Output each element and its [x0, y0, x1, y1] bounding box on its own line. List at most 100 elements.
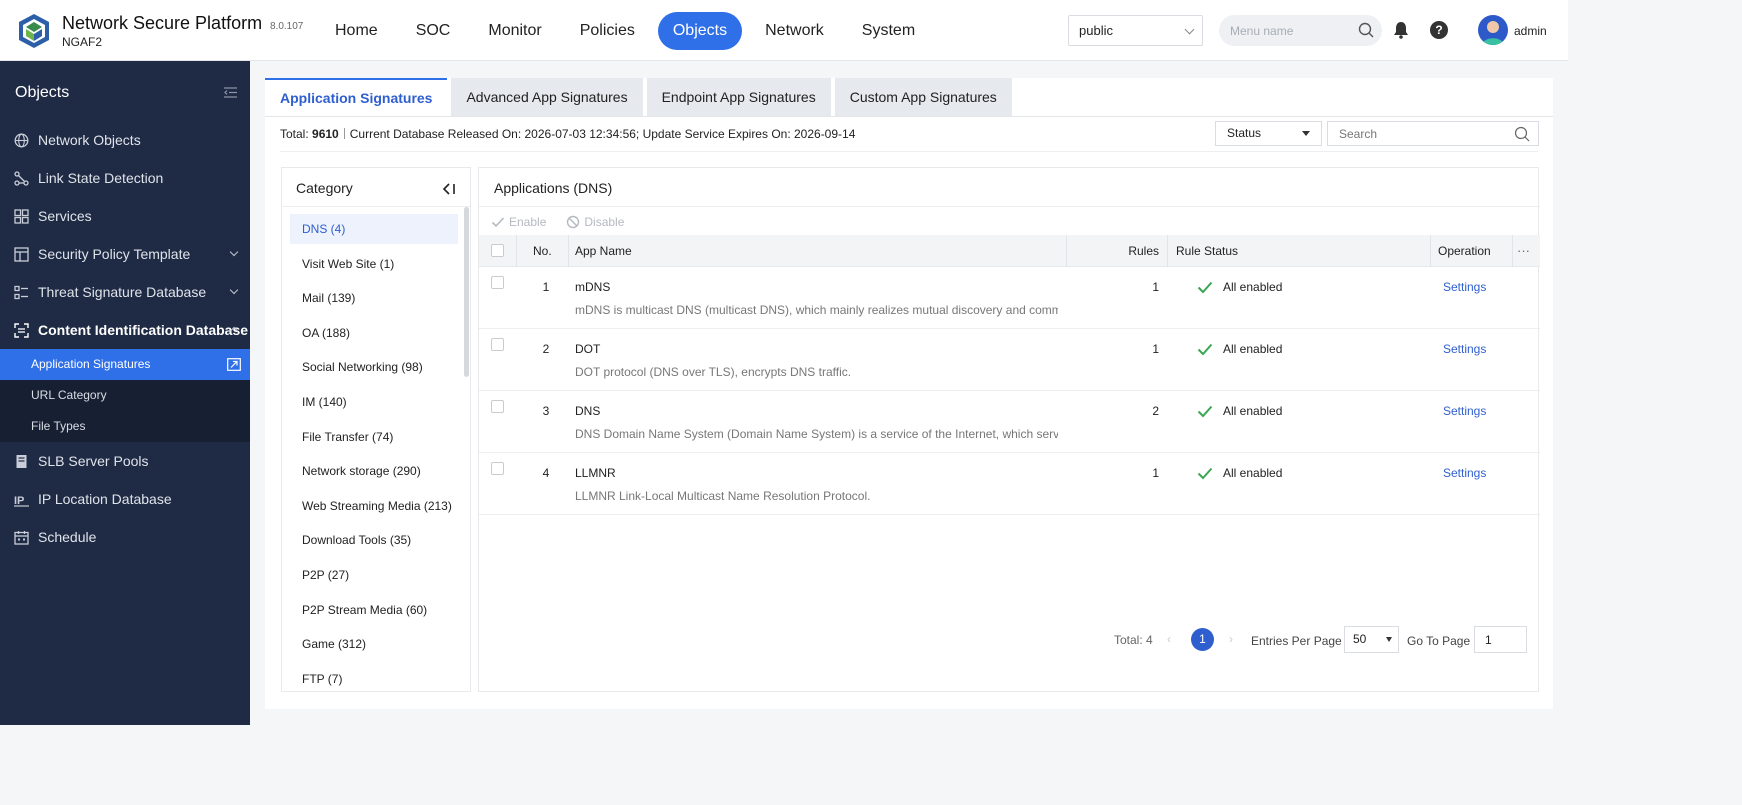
- tab-custom-app-signatures[interactable]: Custom App Signatures: [834, 78, 1012, 116]
- bell-icon[interactable]: [1391, 20, 1411, 40]
- nav-item-network[interactable]: Network: [750, 12, 839, 50]
- category-item[interactable]: Visit Web Site (1): [290, 249, 458, 279]
- enable-button[interactable]: Enable: [491, 210, 546, 234]
- settings-link[interactable]: Settings: [1443, 280, 1486, 294]
- disable-button[interactable]: Disable: [566, 210, 624, 234]
- apps-table-body: 1 mDNS mDNS is multicast DNS (multicast DN…: [479, 267, 1540, 515]
- column-header-no[interactable]: No.: [533, 235, 552, 267]
- check-icon: [1197, 467, 1213, 480]
- category-item[interactable]: OA (188): [290, 318, 458, 348]
- settings-link[interactable]: Settings: [1443, 404, 1486, 418]
- search-icon[interactable]: [1514, 126, 1530, 142]
- tab-advanced-app-signatures[interactable]: Advanced App Signatures: [451, 78, 643, 116]
- nav-item-monitor[interactable]: Monitor: [473, 12, 556, 50]
- sidebar-subitem-url-category[interactable]: URL Category: [0, 380, 250, 411]
- sidebar-item-ip-location-database[interactable]: IP IP Location Database: [0, 480, 250, 518]
- sidebar-item-link-state-detection[interactable]: Link State Detection: [0, 159, 250, 197]
- total-label: Total:: [280, 127, 309, 141]
- sidebar-item-threat-signature-database[interactable]: Threat Signature Database: [0, 273, 250, 311]
- category-item[interactable]: P2P (27): [290, 560, 458, 590]
- category-item[interactable]: Web Streaming Media (213): [290, 491, 458, 521]
- category-item[interactable]: IM (140): [290, 387, 458, 417]
- column-header-operation[interactable]: Operation: [1438, 235, 1491, 267]
- grid-icon: [14, 209, 29, 224]
- sidebar-item-schedule[interactable]: Schedule: [0, 518, 250, 556]
- check-icon: [1197, 343, 1213, 356]
- category-item[interactable]: Mail (139): [290, 283, 458, 313]
- settings-link[interactable]: Settings: [1443, 342, 1486, 356]
- username[interactable]: admin: [1514, 24, 1547, 38]
- page-number-current[interactable]: 1: [1191, 628, 1214, 651]
- sidebar-item-label: Network Objects: [38, 132, 141, 148]
- search-icon[interactable]: [1358, 22, 1374, 38]
- settings-link[interactable]: Settings: [1443, 466, 1486, 480]
- collapse-left-icon[interactable]: [442, 182, 456, 196]
- summary-bar: Total: 9610 Current Database Released On:…: [280, 127, 855, 141]
- category-item[interactable]: DNS (4): [290, 214, 458, 244]
- sidebar-subitem-label: URL Category: [31, 388, 107, 402]
- column-settings-more-icon[interactable]: ···: [1517, 235, 1530, 267]
- select-all-checkbox[interactable]: [491, 244, 504, 257]
- sidebar-subitem-application-signatures[interactable]: Application Signatures: [0, 349, 250, 380]
- rule-count: 1: [1152, 342, 1159, 356]
- prev-page-icon[interactable]: ‹: [1167, 632, 1171, 646]
- sidebar-item-network-objects[interactable]: Network Objects: [0, 121, 250, 159]
- page-size-select[interactable]: 50: [1344, 626, 1399, 653]
- user-icon: [1482, 21, 1504, 45]
- column-header-rule-status[interactable]: Rule Status: [1176, 235, 1238, 267]
- category-item[interactable]: Download Tools (35): [290, 525, 458, 555]
- status-filter-select[interactable]: Status: [1215, 121, 1322, 146]
- row-number: 2: [542, 342, 550, 356]
- go-to-page-label: Go To Page: [1407, 634, 1471, 648]
- open-external-icon[interactable]: [227, 358, 241, 371]
- template-icon: [14, 247, 29, 262]
- next-page-icon[interactable]: ›: [1229, 632, 1233, 646]
- sidebar-item-content-identification-database[interactable]: Content Identification Database: [0, 311, 250, 349]
- sidebar-subitem-file-types[interactable]: File Types: [0, 411, 250, 442]
- nav-item-system[interactable]: System: [847, 12, 930, 50]
- sidebar-item-slb-server-pools[interactable]: SLB Server Pools: [0, 442, 250, 480]
- column-header-app-name[interactable]: App Name: [575, 235, 632, 267]
- pagination: Total: 4 ‹ 1 › Entries Per Page 50 Go To…: [479, 624, 1540, 654]
- row-checkbox[interactable]: [491, 338, 504, 351]
- row-checkbox[interactable]: [491, 462, 504, 475]
- nav-item-home[interactable]: Home: [320, 12, 393, 50]
- divider: [479, 206, 1540, 207]
- total-count: 9610: [312, 127, 339, 141]
- calendar-icon: [14, 531, 29, 545]
- category-item[interactable]: Game (312): [290, 629, 458, 659]
- avatar[interactable]: [1478, 15, 1508, 45]
- sidebar-item-services[interactable]: Services: [0, 197, 250, 235]
- nav-item-soc[interactable]: SOC: [401, 12, 466, 50]
- category-item[interactable]: FTP (7): [290, 664, 458, 691]
- go-to-page-input[interactable]: [1474, 626, 1527, 653]
- tenant-value: public: [1079, 23, 1113, 38]
- nav-item-policies[interactable]: Policies: [565, 12, 650, 50]
- tab-application-signatures[interactable]: Application Signatures: [265, 78, 448, 116]
- menu-collapse-icon[interactable]: [224, 87, 237, 98]
- category-scrollbar[interactable]: [464, 207, 469, 377]
- brand-subtitle: NGAF2: [62, 35, 103, 49]
- ip-icon: IP: [14, 495, 29, 507]
- nav-item-objects[interactable]: Objects: [657, 12, 743, 50]
- column-divider: [1512, 235, 1513, 267]
- caret-down-icon: [1302, 131, 1310, 136]
- row-checkbox[interactable]: [491, 276, 504, 289]
- category-item[interactable]: Network storage (290): [290, 456, 458, 486]
- app-search-input[interactable]: [1327, 121, 1539, 146]
- row-checkbox[interactable]: [491, 400, 504, 413]
- sidebar-item-security-policy-template[interactable]: Security Policy Template: [0, 235, 250, 273]
- page-size-value: 50: [1353, 632, 1367, 646]
- summary-separator: [343, 128, 345, 139]
- category-item[interactable]: P2P Stream Media (60): [290, 595, 458, 625]
- column-divider: [568, 235, 569, 267]
- app-name: LLMNR: [575, 466, 616, 480]
- category-item[interactable]: File Transfer (74): [290, 422, 458, 452]
- tab-endpoint-app-signatures[interactable]: Endpoint App Signatures: [646, 78, 831, 116]
- category-item[interactable]: Social Networking (98): [290, 352, 458, 382]
- table-row: 4 LLMNR LLMNR Link-Local Multicast Name Re…: [479, 453, 1540, 515]
- column-divider: [1167, 235, 1168, 267]
- help-icon[interactable]: ?: [1430, 21, 1448, 39]
- column-header-rules[interactable]: Rules: [1099, 235, 1159, 267]
- tenant-select[interactable]: public: [1068, 15, 1203, 46]
